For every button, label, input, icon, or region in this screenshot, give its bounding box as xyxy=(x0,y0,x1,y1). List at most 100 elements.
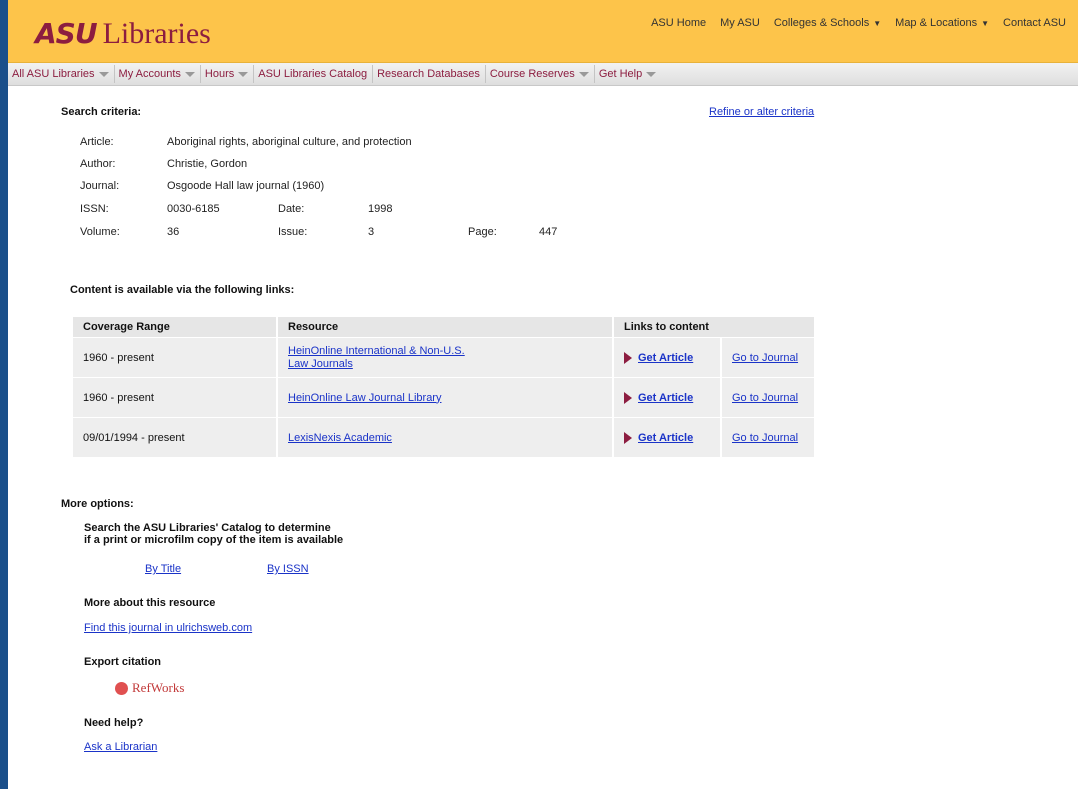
nav-label: Get Help xyxy=(598,68,643,80)
by-issn-link[interactable]: By ISSN xyxy=(267,563,309,575)
play-arrow-icon xyxy=(624,351,632,364)
catalog-search-line2: if a print or microfilm copy of the item… xyxy=(84,534,344,546)
issue-value: 3 xyxy=(368,226,375,238)
table-row: 1960 - present HeinOnline Law Journal Li… xyxy=(73,378,814,417)
chevron-down-icon: ▼ xyxy=(873,19,882,28)
table-row: 09/01/1994 - present LexisNexis Academic… xyxy=(73,418,814,457)
date-value: 1998 xyxy=(368,203,393,215)
author-label: Author: xyxy=(80,158,116,170)
nav-label: My Accounts xyxy=(118,68,181,80)
nav-hours[interactable]: Hours xyxy=(201,68,253,80)
nav-label: Hours xyxy=(204,68,235,80)
issn-value: 0030-6185 xyxy=(167,203,220,215)
go-to-journal-link[interactable]: Go to Journal xyxy=(732,432,798,444)
refworks-label: RefWorks xyxy=(132,680,185,695)
asu-libraries-logo[interactable]: ASU Libraries xyxy=(35,17,211,51)
get-article-link[interactable]: Get Article xyxy=(624,351,710,364)
nav-research-databases[interactable]: Research Databases xyxy=(373,68,485,80)
article-value: Aboriginal rights, aboriginal culture, a… xyxy=(167,136,412,148)
search-criteria-heading: Search criteria: xyxy=(61,106,142,118)
top-link-my-asu[interactable]: My ASU xyxy=(720,17,760,29)
dropdown-arrow-icon xyxy=(238,71,249,77)
col-coverage-range: Coverage Range xyxy=(73,317,276,337)
export-citation-heading: Export citation xyxy=(84,656,162,668)
nav-label: Course Reserves xyxy=(489,68,575,80)
go-to-journal-link[interactable]: Go to Journal xyxy=(732,352,798,364)
go-to-journal-cell: Go to Journal xyxy=(722,378,814,417)
go-to-journal-link[interactable]: Go to Journal xyxy=(732,392,798,404)
need-help-heading: Need help? xyxy=(84,717,144,729)
resource-link-line1: HeinOnline International & Non-U.S. xyxy=(288,344,465,357)
nav-all-asu-libraries[interactable]: All ASU Libraries xyxy=(8,68,114,80)
page-label: Page: xyxy=(468,226,497,238)
refworks-icon xyxy=(115,681,128,695)
col-links-to-content: Links to content xyxy=(614,317,814,337)
top-link-asu-home[interactable]: ASU Home xyxy=(651,17,706,29)
coverage-range-cell: 1960 - present xyxy=(73,338,276,377)
issn-label: ISSN: xyxy=(80,203,109,215)
logo-asu-text: ASU xyxy=(35,17,98,50)
resource-link-line2: Law Journals xyxy=(288,357,353,370)
issue-label: Issue: xyxy=(278,226,308,238)
get-article-label: Get Article xyxy=(638,391,694,404)
top-link-map[interactable]: Map & Locations ▼ xyxy=(895,17,989,29)
journal-label: Journal: xyxy=(80,180,120,192)
more-about-heading: More about this resource xyxy=(84,597,216,609)
volume-value: 36 xyxy=(167,226,180,238)
dropdown-arrow-icon xyxy=(578,71,589,77)
refworks-button[interactable]: RefWorks xyxy=(115,680,184,696)
table-row: 1960 - present HeinOnline International … xyxy=(73,338,814,377)
logo-libraries-text: Libraries xyxy=(102,17,211,50)
date-label: Date: xyxy=(278,203,305,215)
catalog-search-heading: Search the ASU Libraries' Catalog to det… xyxy=(84,522,343,546)
dropdown-arrow-icon xyxy=(646,71,657,77)
resource-cell: HeinOnline Law Journal Library xyxy=(278,378,612,417)
catalog-search-line1: Search the ASU Libraries' Catalog to det… xyxy=(84,522,331,534)
col-resource: Resource xyxy=(278,317,612,337)
resource-link[interactable]: HeinOnline Law Journal Library xyxy=(288,392,441,404)
page: ASU Libraries ASU Home My ASU Colleges &… xyxy=(8,0,1078,789)
go-to-journal-cell: Go to Journal xyxy=(722,418,814,457)
play-arrow-icon xyxy=(624,431,632,444)
dropdown-arrow-icon xyxy=(98,71,109,77)
get-article-cell: Get Article xyxy=(614,338,720,377)
article-label: Article: xyxy=(80,136,114,148)
nav-label: Research Databases xyxy=(377,68,480,80)
go-to-journal-cell: Go to Journal xyxy=(722,338,814,377)
content-links-table: Coverage Range Resource Links to content… xyxy=(71,316,816,458)
nav-label: ASU Libraries Catalog xyxy=(258,68,368,80)
get-article-link[interactable]: Get Article xyxy=(624,391,710,404)
coverage-range-cell: 09/01/1994 - present xyxy=(73,418,276,457)
top-link-colleges-label: Colleges & Schools xyxy=(773,17,870,29)
resource-link[interactable]: HeinOnline International & Non-U.S. Law … xyxy=(288,345,602,371)
top-links: ASU Home My ASU Colleges & Schools ▼ Map … xyxy=(651,17,1066,29)
get-article-link[interactable]: Get Article xyxy=(624,431,710,444)
get-article-cell: Get Article xyxy=(614,378,720,417)
resource-link[interactable]: LexisNexis Academic xyxy=(288,432,392,444)
more-options-heading: More options: xyxy=(61,498,134,510)
get-article-label: Get Article xyxy=(638,351,694,364)
by-title-link[interactable]: By Title xyxy=(145,563,181,575)
get-article-label: Get Article xyxy=(638,431,694,444)
site-header: ASU Libraries ASU Home My ASU Colleges &… xyxy=(8,0,1078,63)
author-value: Christie, Gordon xyxy=(167,158,248,170)
nav-my-accounts[interactable]: My Accounts xyxy=(115,68,200,80)
ask-librarian-link[interactable]: Ask a Librarian xyxy=(84,741,157,753)
nav-course-reserves[interactable]: Course Reserves xyxy=(486,68,594,80)
refine-criteria-link[interactable]: Refine or alter criteria xyxy=(709,106,814,118)
top-link-contact[interactable]: Contact ASU xyxy=(1003,17,1066,29)
resource-cell: LexisNexis Academic xyxy=(278,418,612,457)
ulrichsweb-link[interactable]: Find this journal in ulrichsweb.com xyxy=(84,622,252,634)
journal-value: Osgoode Hall law journal (1960) xyxy=(167,180,325,192)
nav-label: All ASU Libraries xyxy=(12,68,95,80)
dropdown-arrow-icon xyxy=(184,71,195,77)
resource-cell: HeinOnline International & Non-U.S. Law … xyxy=(278,338,612,377)
play-arrow-icon xyxy=(624,391,632,404)
nav-catalog[interactable]: ASU Libraries Catalog xyxy=(254,68,372,80)
chevron-down-icon: ▼ xyxy=(981,19,990,28)
coverage-range-cell: 1960 - present xyxy=(73,378,276,417)
nav-get-help[interactable]: Get Help xyxy=(595,68,661,80)
top-link-colleges[interactable]: Colleges & Schools ▼ xyxy=(774,17,881,29)
page-value: 447 xyxy=(539,226,558,238)
table-header-row: Coverage Range Resource Links to content xyxy=(73,317,814,337)
